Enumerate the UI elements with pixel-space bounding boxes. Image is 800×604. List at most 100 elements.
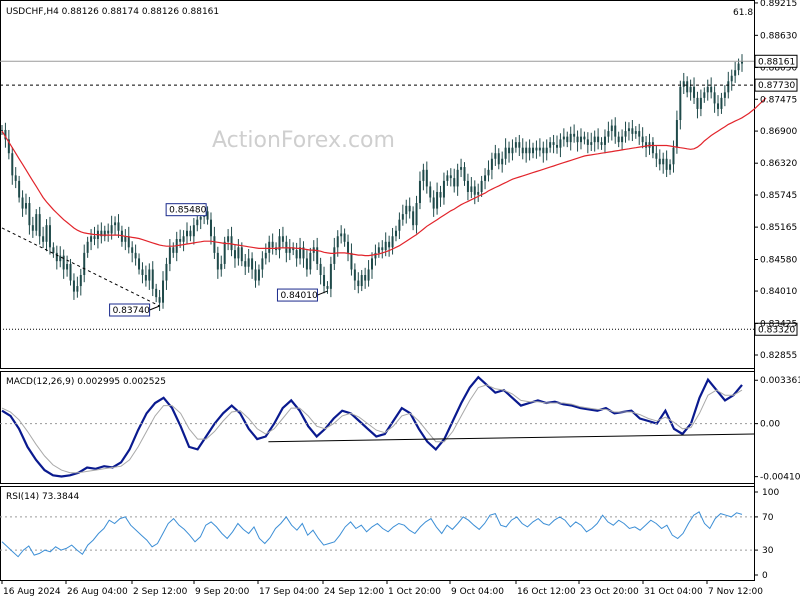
candle-body: [189, 230, 192, 237]
candle-body: [624, 131, 627, 137]
candle-body: [627, 128, 630, 132]
candle-body: [319, 263, 322, 276]
candle-body: [490, 158, 493, 170]
x-tick-label: 16 Oct 12:00: [517, 587, 576, 597]
candle-body: [155, 288, 158, 298]
macd-y-tick-label: 0.003361: [760, 376, 800, 386]
candle-body: [449, 175, 452, 179]
main-y-tick-label: 0.84580: [760, 256, 797, 266]
candle-body: [83, 252, 86, 276]
candle-body: [689, 86, 692, 93]
x-tick-label: 9 Sep 20:00: [195, 587, 250, 597]
annotation-pointer: [149, 305, 160, 311]
candle-body: [220, 263, 223, 270]
candle-body: [573, 133, 576, 137]
candle-body: [371, 258, 373, 270]
annotation-pointer: [317, 290, 328, 296]
candle-body: [350, 252, 353, 270]
candle-body: [117, 222, 120, 231]
candle-body: [107, 230, 110, 234]
main-y-tick-label: 0.89215: [760, 0, 797, 9]
candle-body: [388, 241, 391, 248]
candle-body: [264, 252, 267, 259]
candle-body: [247, 258, 250, 267]
candle-body: [179, 239, 182, 242]
candle-body: [579, 136, 582, 143]
candle-body: [614, 125, 617, 137]
rsi-panel-frame: [0, 486, 755, 581]
candle-body: [641, 136, 644, 143]
candle-body: [453, 178, 456, 187]
candle-body: [717, 103, 720, 109]
candle-body: [651, 142, 654, 154]
candle-body: [151, 269, 154, 289]
candle-body: [730, 75, 733, 82]
candle-body: [405, 205, 408, 215]
candle-body: [566, 136, 569, 143]
x-tick-label: 1 Oct 20:00: [388, 587, 441, 597]
candle-body: [597, 136, 600, 143]
candle-body: [364, 275, 367, 281]
candle-body: [86, 241, 89, 253]
candle-body: [114, 222, 117, 226]
candle-body: [473, 186, 476, 195]
candle-body: [182, 236, 185, 242]
candle-body: [525, 147, 528, 154]
candle-body: [408, 205, 411, 212]
candle-body: [682, 81, 685, 87]
candle-body: [48, 225, 51, 248]
candle-body: [713, 92, 716, 104]
candle-body: [480, 180, 483, 192]
candle-body: [576, 136, 579, 143]
candle-body: [545, 147, 548, 154]
candle-body: [672, 147, 675, 165]
candle-body: [508, 147, 511, 154]
candle-body: [340, 233, 343, 237]
main-y-tick-label: 0.87475: [760, 95, 797, 105]
candle-body: [706, 86, 709, 93]
candle-body: [665, 158, 668, 170]
candle-body: [693, 86, 696, 98]
candle-body: [638, 131, 641, 137]
candle-body: [52, 247, 55, 253]
candle-body: [504, 147, 507, 159]
candle-body: [401, 214, 404, 220]
candle-body: [230, 236, 233, 251]
candle-body: [556, 144, 558, 148]
candle-body: [645, 142, 648, 148]
candle-body: [377, 247, 380, 253]
candle-body: [233, 250, 236, 259]
candle-body: [456, 169, 459, 187]
candle-body: [446, 175, 449, 181]
candle-body: [271, 241, 274, 248]
rsi-layer: [0, 511, 754, 558]
candle-body: [463, 167, 466, 181]
level-tag-label: 0.87730: [758, 81, 795, 91]
candle-body: [90, 236, 93, 242]
x-tick-label: 31 Oct 04:00: [644, 587, 703, 597]
annotation-label: 0.84010: [280, 291, 317, 301]
candle-body: [432, 197, 435, 209]
rsi-header: RSI(14) 73.3844: [6, 492, 79, 502]
chart-svg: 0.854800.837400.84010 0.877300.833200.89…: [0, 0, 800, 597]
candle-body: [470, 186, 473, 192]
candle-body: [24, 203, 27, 209]
x-tick-label: 16 Aug 2024: [3, 587, 61, 597]
candle-body: [655, 153, 658, 159]
x-tick-label: 17 Sep 04:00: [259, 587, 319, 597]
candle-body: [69, 263, 72, 281]
candle-body: [199, 216, 202, 220]
candle-body: [734, 70, 737, 76]
candle-body: [124, 236, 127, 242]
candle-body: [14, 175, 17, 181]
candle-body: [261, 258, 264, 270]
candle-body: [418, 180, 421, 204]
candle-body: [398, 219, 401, 231]
candle-body: [466, 180, 469, 192]
annotation-label: 0.83740: [113, 306, 150, 316]
candle-body: [569, 133, 572, 143]
candle-body: [535, 147, 538, 151]
candle-body: [381, 247, 384, 251]
candle-body: [662, 158, 665, 165]
candle-body: [586, 139, 589, 145]
